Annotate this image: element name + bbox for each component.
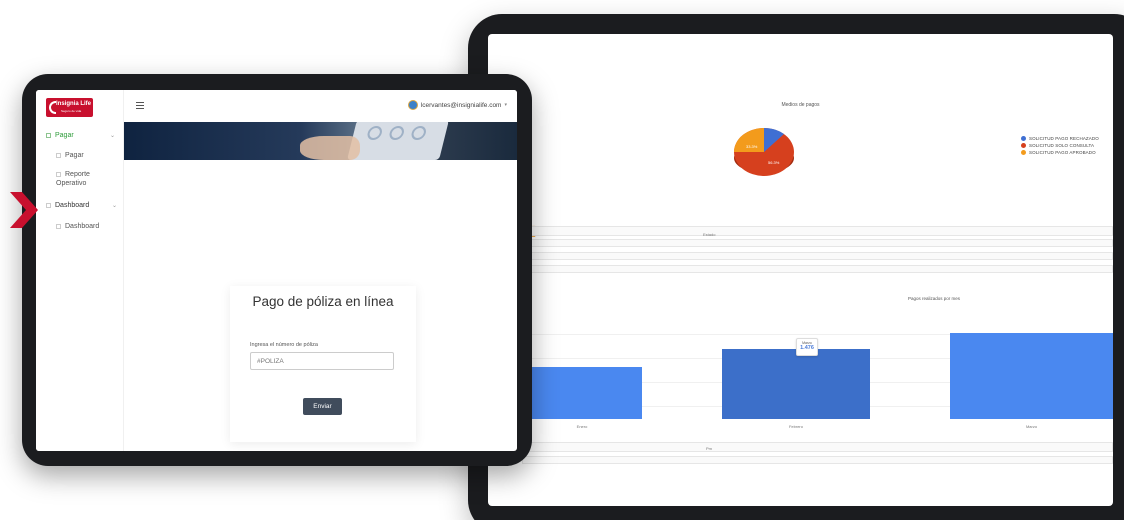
sidebar-item-reporte[interactable]: Reporte Operativo <box>56 170 116 188</box>
form-title: Pago de póliza en línea <box>252 294 394 309</box>
chevron-down-icon: ⌄ <box>112 203 118 209</box>
sidebar-item-label: Pagar <box>65 152 84 159</box>
pie-label-red: 56.3% <box>768 160 780 165</box>
sidebar-item-label: Dashboard <box>65 223 100 230</box>
sidebar-item-label: Pagar <box>55 132 74 139</box>
app-showcase: Medios de pagos 33.3% 56.3% SOLICITUD PA… <box>0 0 1124 520</box>
dashboard-screen: Medios de pagos 33.3% 56.3% SOLICITUD PA… <box>488 34 1113 506</box>
bar-tooltip: Marzo 1.476 <box>796 338 818 356</box>
chevron-right-icon <box>10 192 38 228</box>
table-row <box>522 456 1113 464</box>
sidebar-item-pagar[interactable]: Pagar ⌄ <box>46 132 115 139</box>
bar-chart-title: Pagos realizados por mes <box>908 296 961 301</box>
cash-icon <box>46 132 51 138</box>
pie-chart-title: Medios de pagos <box>781 102 820 108</box>
tablet-payment: Insignia Life Seguro de vida Pagar ⌄ Pag… <box>22 74 532 466</box>
dashboard-icon <box>46 202 51 208</box>
sidebar-item-label: Reporte Operativo <box>56 171 90 187</box>
chevron-down-icon: ▾ <box>504 102 507 108</box>
insignia-logo[interactable]: Insignia Life Seguro de vida <box>46 98 93 117</box>
chevron-down-icon: ⌄ <box>110 133 116 139</box>
bar-marzo[interactable] <box>950 333 1113 419</box>
bar-enero[interactable] <box>522 367 642 419</box>
chart-icon <box>56 223 61 229</box>
gauge-graphic <box>388 126 406 140</box>
bar-category-label: Enero <box>576 424 588 429</box>
submit-button[interactable]: Enviar <box>303 398 342 415</box>
user-email: lcervantes@insignialife.com <box>420 101 502 109</box>
bar-category-label: Febrero <box>788 424 803 429</box>
pie-legend: SOLICITUD PAGO RECHAZADO SOLICITUD SOLO … <box>1021 136 1099 157</box>
logo-name: Insignia Life <box>56 101 92 107</box>
hero-hand-graphic <box>300 136 360 160</box>
file-icon <box>56 171 61 177</box>
avatar <box>407 100 418 110</box>
bar-febrero[interactable] <box>722 349 870 419</box>
table-header-label: Estado <box>703 232 716 237</box>
legend-dot <box>1021 136 1026 141</box>
table-footer-label: Pm <box>706 446 712 451</box>
card-icon <box>56 152 61 158</box>
logo-tagline: Seguro de vida <box>61 109 82 113</box>
legend-label: SOLICITUD PAGO APROBADO <box>1029 150 1096 155</box>
legend-label: SOLICITUD SOLO CONSULTA <box>1029 143 1095 148</box>
table-header-row <box>522 226 1113 236</box>
topbar: lcervantes@insignialife.com ▾ <box>124 90 517 122</box>
legend-item-rechazado[interactable]: SOLICITUD PAGO RECHAZADO <box>1021 136 1099 141</box>
user-menu[interactable]: lcervantes@insignialife.com ▾ <box>407 100 507 110</box>
table-row <box>522 442 1113 452</box>
sidebar-item-dashboard-sub[interactable]: Dashboard <box>56 223 99 230</box>
gauge-graphic <box>366 126 384 140</box>
tooltip-value: 1.476 <box>800 345 814 351</box>
pie-label-orange: 33.3% <box>746 144 758 149</box>
sidebar: Insignia Life Seguro de vida Pagar ⌄ Pag… <box>36 90 124 451</box>
table-row <box>522 252 1113 260</box>
hero-banner-image <box>124 122 517 160</box>
bar-chart: Enero Febrero Marzo <box>522 314 1113 429</box>
sidebar-item-label: Dashboard <box>55 202 90 209</box>
legend-dot <box>1021 143 1026 148</box>
policy-number-label: Ingresa el número de póliza <box>250 342 318 348</box>
payment-screen: Insignia Life Seguro de vida Pagar ⌄ Pag… <box>36 90 517 451</box>
hero-tablet-graphic <box>347 122 449 160</box>
legend-item-aprobado[interactable]: SOLICITUD PAGO APROBADO <box>1021 150 1099 155</box>
table-row <box>522 239 1113 247</box>
pie-chart[interactable]: 33.3% 56.3% <box>732 118 798 180</box>
bar-category-label: Marzo <box>1025 424 1038 429</box>
legend-item-consulta[interactable]: SOLICITUD SOLO CONSULTA <box>1021 143 1099 148</box>
policy-number-input[interactable] <box>250 352 394 370</box>
policy-payment-form: Pago de póliza en línea Ingresa el númer… <box>230 286 416 442</box>
tablet-dashboard: Medios de pagos 33.3% 56.3% SOLICITUD PA… <box>468 14 1124 520</box>
gauge-graphic <box>410 126 428 140</box>
menu-icon[interactable] <box>136 102 144 111</box>
legend-dot <box>1021 150 1026 155</box>
table-row <box>522 265 1113 273</box>
sidebar-item-dashboard[interactable]: Dashboard ⌄ <box>46 202 117 209</box>
logo-swirl-icon <box>49 101 56 114</box>
legend-label: SOLICITUD PAGO RECHAZADO <box>1029 136 1099 141</box>
sidebar-item-pagar-sub[interactable]: Pagar <box>56 152 84 159</box>
